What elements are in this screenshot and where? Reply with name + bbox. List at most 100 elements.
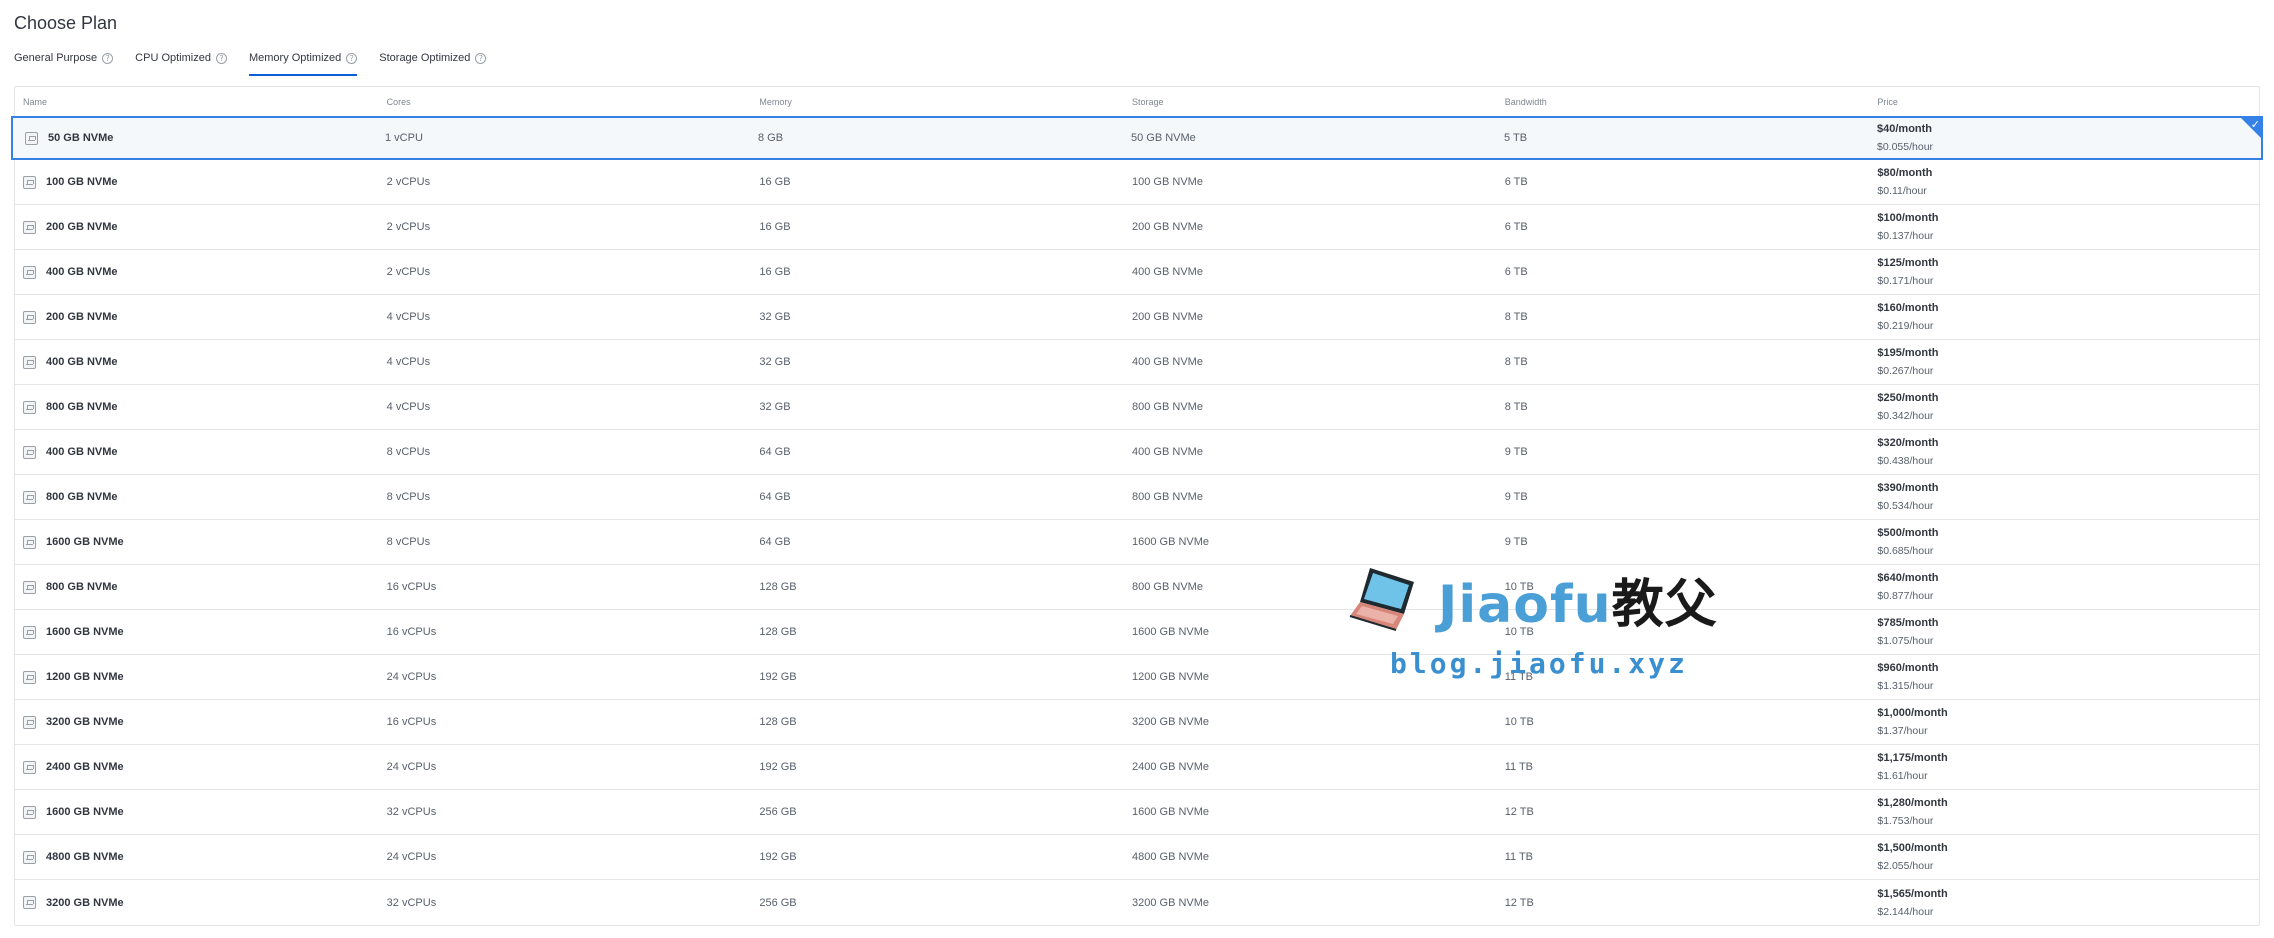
price-hour: $0.137/hour	[1877, 230, 1934, 242]
plan-cores: 8 vCPUs	[386, 536, 431, 548]
plan-price: $1,280/month $1.753/hour	[1877, 794, 2259, 830]
table-row[interactable]: 4800 GB NVMe 24 vCPUs 192 GB 4800 GB NVMe 11…	[15, 835, 2259, 880]
plan-type-tabs: General Purpose ? CPU Optimized ? Memory…	[14, 52, 508, 76]
price-month: $100/month	[1877, 212, 1939, 224]
plan-cores: 16 vCPUs	[386, 581, 437, 593]
plan-price: $500/month $0.685/hour	[1877, 524, 2259, 560]
table-row[interactable]: 200 GB NVMe 4 vCPUs 32 GB 200 GB NVMe 8 TB $1…	[15, 295, 2259, 340]
plan-bandwidth: 12 TB	[1504, 896, 1534, 909]
plan-cores: 4 vCPUs	[386, 356, 431, 368]
plan-storage: 3200 GB NVMe	[1132, 896, 1210, 909]
plan-cores: 24 vCPUs	[386, 671, 437, 683]
plan-name: 800 GB NVMe	[46, 491, 118, 503]
plan-memory: 128 GB	[759, 716, 797, 728]
table-row[interactable]: 3200 GB NVMe 32 vCPUs 256 GB 3200 GB NVMe 12…	[15, 880, 2259, 925]
plan-name: 2400 GB NVMe	[46, 761, 124, 773]
tab-memory-optimized[interactable]: Memory Optimized ?	[248, 52, 358, 76]
plan-price: $960/month $1.315/hour	[1877, 659, 2259, 695]
table-row[interactable]: 800 GB NVMe 8 vCPUs 64 GB 800 GB NVMe 9 TB $3…	[15, 475, 2259, 520]
plan-name-cell: 200 GB NVMe	[15, 310, 387, 324]
server-icon	[25, 131, 38, 145]
tab-general-purpose[interactable]: General Purpose ?	[14, 52, 114, 76]
server-icon	[23, 175, 36, 189]
table-row[interactable]: 1600 GB NVMe 8 vCPUs 64 GB 1600 GB NVMe 9 TB…	[15, 520, 2259, 565]
table-row[interactable]: 400 GB NVMe 8 vCPUs 64 GB 400 GB NVMe 9 TB $3…	[15, 430, 2259, 475]
server-icon	[23, 355, 36, 369]
plan-price: $785/month $1.075/hour	[1877, 614, 2259, 650]
plan-cores: 16 vCPUs	[386, 626, 437, 638]
price-month: $1,500/month	[1877, 842, 1948, 854]
server-icon	[23, 490, 36, 504]
table-row[interactable]: 1200 GB NVMe 24 vCPUs 192 GB 1200 GB NVMe 11…	[15, 655, 2259, 700]
plan-price: $390/month $0.534/hour	[1877, 479, 2259, 515]
plan-cores: 2 vCPUs	[386, 176, 431, 188]
help-circle-icon[interactable]: ?	[346, 53, 358, 64]
plan-memory: 256 GB	[759, 896, 797, 909]
plan-name-cell: 1600 GB NVMe	[15, 535, 387, 549]
help-circle-icon[interactable]: ?	[215, 53, 227, 64]
tab-cpu-optimized[interactable]: CPU Optimized ?	[135, 52, 227, 76]
table-row[interactable]: 100 GB NVMe 2 vCPUs 16 GB 100 GB NVMe 6 TB $8…	[15, 160, 2259, 205]
plan-bandwidth: 10 TB	[1504, 581, 1534, 593]
price-hour: $2.144/hour	[1877, 905, 1934, 918]
table-row[interactable]: 400 GB NVMe 4 vCPUs 32 GB 400 GB NVMe 8 TB $1…	[15, 340, 2259, 385]
price-hour: $0.877/hour	[1877, 590, 1934, 602]
table-row[interactable]: 1600 GB NVMe 16 vCPUs 128 GB 1600 GB NVMe 10…	[15, 610, 2259, 655]
plan-name-cell: 3200 GB NVMe	[15, 715, 387, 729]
plan-cores: 8 vCPUs	[386, 446, 431, 458]
table-row[interactable]: 3200 GB NVMe 16 vCPUs 128 GB 3200 GB NVMe 10…	[15, 700, 2259, 745]
header-name: Name	[23, 96, 48, 107]
plan-memory: 256 GB	[759, 806, 797, 818]
table-row[interactable]: 2400 GB NVMe 24 vCPUs 192 GB 2400 GB NVMe 11…	[15, 745, 2259, 790]
plan-name: 3200 GB NVMe	[46, 896, 124, 909]
price-hour: $0.267/hour	[1877, 365, 1934, 377]
plan-bandwidth: 5 TB	[1504, 132, 1528, 144]
plan-cores: 32 vCPUs	[386, 896, 437, 909]
plan-cores: 2 vCPUs	[386, 221, 431, 233]
table-row[interactable]: 400 GB NVMe 2 vCPUs 16 GB 400 GB NVMe 6 TB $1…	[15, 250, 2259, 295]
table-row[interactable]: 800 GB NVMe 4 vCPUs 32 GB 800 GB NVMe 8 TB $2…	[15, 385, 2259, 430]
price-month: $640/month	[1877, 572, 1939, 584]
plan-storage: 1200 GB NVMe	[1132, 671, 1210, 683]
price-month: $195/month	[1877, 347, 1939, 359]
plan-price: $1,175/month $1.61/hour	[1877, 749, 2259, 785]
server-icon	[23, 310, 36, 324]
plan-memory: 16 GB	[759, 266, 791, 278]
plan-name-cell: 4800 GB NVMe	[15, 850, 387, 864]
header-bandwidth: Bandwidth	[1504, 96, 1547, 107]
table-row[interactable]: 800 GB NVMe 16 vCPUs 128 GB 800 GB NVMe 10 T…	[15, 565, 2259, 610]
plan-cores: 8 vCPUs	[386, 491, 431, 503]
plan-name: 1600 GB NVMe	[46, 626, 124, 638]
table-row[interactable]: 50 GB NVMe 1 vCPU 8 GB 50 GB NVMe 5 TB $40/mo…	[11, 116, 2263, 160]
plan-cores: 24 vCPUs	[386, 851, 437, 863]
price-hour: $1.37/hour	[1877, 725, 1928, 737]
plan-name-cell: 2400 GB NVMe	[15, 760, 387, 774]
tab-storage-optimized[interactable]: Storage Optimized ?	[379, 52, 487, 76]
help-circle-icon[interactable]: ?	[102, 53, 114, 64]
plan-memory: 16 GB	[759, 221, 791, 233]
plan-storage: 800 GB NVMe	[1132, 401, 1203, 413]
plan-storage: 100 GB NVMe	[1132, 176, 1203, 188]
table-row[interactable]: 1600 GB NVMe 32 vCPUs 256 GB 1600 GB NVMe 12…	[15, 790, 2259, 835]
plan-name: 400 GB NVMe	[46, 446, 118, 458]
plan-storage: 1600 GB NVMe	[1132, 536, 1210, 548]
plan-storage: 800 GB NVMe	[1132, 491, 1203, 503]
plan-name-cell: 1600 GB NVMe	[15, 625, 387, 639]
help-circle-icon[interactable]: ?	[475, 53, 487, 64]
plan-name-cell: 400 GB NVMe	[15, 265, 387, 279]
plan-memory: 64 GB	[759, 446, 791, 458]
plan-name: 800 GB NVMe	[46, 401, 118, 413]
price-hour: $1.753/hour	[1877, 815, 1934, 827]
plan-memory: 32 GB	[759, 356, 791, 368]
price-hour: $1.315/hour	[1877, 680, 1934, 692]
header-cores: Cores	[386, 96, 411, 107]
plan-name: 1600 GB NVMe	[46, 536, 124, 548]
plan-table: Name Cores Memory Storage Bandwidth Pric…	[11, 86, 2263, 926]
table-body: 50 GB NVMe 1 vCPU 8 GB 50 GB NVMe 5 TB $40/mo…	[11, 116, 2263, 925]
plan-bandwidth: 9 TB	[1504, 536, 1528, 548]
table-row[interactable]: 200 GB NVMe 2 vCPUs 16 GB 200 GB NVMe 6 TB $1…	[15, 205, 2259, 250]
plan-price: $80/month $0.11/hour	[1877, 164, 2259, 200]
plan-memory: 128 GB	[759, 626, 797, 638]
price-hour: $0.219/hour	[1877, 320, 1934, 332]
server-icon	[23, 850, 36, 864]
